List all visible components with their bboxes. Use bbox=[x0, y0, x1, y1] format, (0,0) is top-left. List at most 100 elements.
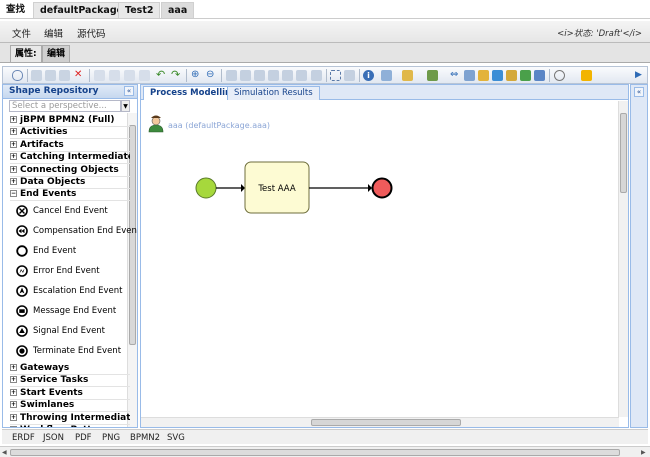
expand-toggle-icon[interactable]: + bbox=[10, 178, 17, 185]
shape-item-message-end-event[interactable]: Message End Event bbox=[16, 304, 128, 318]
shape-item-terminate-end-event[interactable]: Terminate End Event bbox=[16, 344, 128, 358]
menu-file[interactable]: 文件 bbox=[12, 26, 31, 40]
bring-front-icon[interactable] bbox=[139, 70, 150, 81]
align-center-icon[interactable] bbox=[282, 70, 293, 81]
layout-menu-icon[interactable] bbox=[427, 70, 438, 81]
same-size-icon[interactable] bbox=[311, 70, 322, 81]
expand-toggle-icon[interactable]: − bbox=[10, 190, 17, 198]
align-icon[interactable] bbox=[94, 70, 105, 81]
tab-defaultpackage[interactable]: defaultPackage bbox=[33, 2, 131, 18]
scroll-right-icon[interactable]: ▶ bbox=[635, 70, 646, 81]
scroll-left-icon[interactable]: ◀ bbox=[2, 449, 7, 456]
tab-test2[interactable]: Test2 bbox=[118, 2, 161, 18]
tab-aaa[interactable]: aaa bbox=[161, 2, 195, 18]
info-icon[interactable]: i bbox=[363, 70, 374, 81]
select-all-icon[interactable] bbox=[330, 70, 341, 81]
tab-search[interactable]: 查找 bbox=[0, 2, 31, 18]
tab-properties[interactable]: 属性: bbox=[10, 45, 42, 62]
expand-toggle-icon[interactable]: + bbox=[10, 165, 17, 173]
export-bpmn2-button[interactable]: BPMN2 bbox=[130, 433, 160, 443]
align-bottom-icon[interactable] bbox=[254, 70, 265, 81]
canvas-vertical-scrollbar[interactable] bbox=[618, 101, 628, 417]
export-png-button[interactable]: PNG bbox=[102, 433, 120, 443]
shape-group-artifacts[interactable]: + Artifacts bbox=[10, 140, 130, 152]
color-menu-icon[interactable] bbox=[402, 70, 413, 81]
shape-group-catching-intermediate-ev[interactable]: +Catching Intermediate Ev bbox=[10, 152, 130, 165]
align-left-icon[interactable] bbox=[268, 70, 279, 81]
copy-icon[interactable] bbox=[45, 70, 56, 81]
process-icon[interactable] bbox=[520, 70, 531, 81]
export-pdf-button[interactable]: PDF bbox=[75, 433, 92, 443]
align-middle-icon[interactable] bbox=[240, 70, 251, 81]
ungroup-icon[interactable] bbox=[124, 70, 135, 81]
shape-item-error-end-event[interactable]: Error End Event bbox=[16, 264, 128, 278]
cut-icon[interactable] bbox=[31, 70, 42, 81]
export-svg-button[interactable]: SVG bbox=[167, 433, 185, 443]
tab-editor[interactable]: 编辑 bbox=[42, 45, 71, 62]
shape-item-signal-end-event[interactable]: Signal End Event bbox=[16, 324, 128, 338]
menu-source[interactable]: 源代码 bbox=[77, 26, 106, 40]
expand-right-panel-icon[interactable]: « bbox=[634, 87, 644, 97]
shape-group-service-tasks[interactable]: + Service Tasks bbox=[10, 375, 130, 388]
zoom-in-icon[interactable]: ⊕ bbox=[191, 70, 202, 81]
expand-toggle-icon[interactable]: + bbox=[10, 426, 17, 427]
export-erdf-button[interactable]: ERDF bbox=[12, 433, 35, 443]
connect-icon[interactable]: ⇔ bbox=[450, 70, 461, 81]
shape-group-workflow-patterns[interactable]: +Workflow Patterns bbox=[10, 425, 130, 427]
start-event-node[interactable] bbox=[195, 177, 217, 199]
scroll-right-icon[interactable]: ▶ bbox=[641, 449, 646, 456]
collapse-left-panel-icon[interactable]: « bbox=[124, 86, 134, 96]
perspective-select[interactable]: Select a perspective... bbox=[9, 100, 121, 112]
shape-group-activities[interactable]: + Activities bbox=[10, 127, 130, 140]
export-json-button[interactable]: JSON bbox=[43, 433, 64, 443]
export-icon[interactable] bbox=[534, 70, 545, 81]
expand-toggle-icon[interactable]: + bbox=[10, 388, 17, 396]
data-icon[interactable] bbox=[492, 70, 503, 81]
expand-toggle-icon[interactable]: + bbox=[10, 153, 17, 161]
end-event-node[interactable] bbox=[371, 177, 393, 199]
shape-item-end-event[interactable]: End Event bbox=[16, 244, 128, 258]
shape-group-swimlanes[interactable]: + Swimlanes bbox=[10, 400, 130, 413]
menu-edit[interactable]: 编辑 bbox=[44, 26, 63, 40]
sticky-note-icon[interactable] bbox=[581, 70, 592, 81]
import-icon[interactable] bbox=[464, 70, 475, 81]
expand-toggle-icon[interactable]: + bbox=[10, 401, 17, 409]
expand-toggle-icon[interactable]: + bbox=[10, 413, 17, 421]
scrollbar-thumb[interactable] bbox=[620, 113, 627, 193]
clock-icon[interactable] bbox=[554, 70, 565, 81]
shape-group-start-events[interactable]: + Start Events bbox=[10, 388, 130, 400]
expand-toggle-icon[interactable]: + bbox=[10, 376, 17, 384]
delete-icon[interactable]: ✕ bbox=[74, 70, 85, 81]
save-icon[interactable] bbox=[12, 70, 23, 81]
scrollbar-thumb[interactable] bbox=[311, 419, 461, 426]
paste-icon[interactable] bbox=[59, 70, 70, 81]
undo-icon[interactable]: ↶ bbox=[156, 69, 167, 81]
expand-toggle-icon[interactable]: + bbox=[10, 116, 17, 123]
shape-group-throwing-intermediate-e[interactable]: +Throwing Intermediate E bbox=[10, 413, 130, 425]
chevron-down-icon[interactable]: ▼ bbox=[121, 100, 130, 112]
shape-group-end-events[interactable]: − End Events bbox=[10, 189, 130, 202]
shape-item-compensation-end-event[interactable]: Compensation End Event bbox=[16, 224, 137, 238]
canvas-horizontal-scrollbar[interactable] bbox=[141, 417, 619, 427]
process-canvas[interactable]: aaa (defaultPackage.aaa) Test AAA bbox=[141, 101, 619, 417]
scrollbar-thumb[interactable] bbox=[10, 449, 620, 456]
align-right-icon[interactable] bbox=[296, 70, 307, 81]
page-horizontal-scrollbar[interactable]: ◀ ▶ bbox=[0, 446, 650, 457]
group-icon[interactable] bbox=[109, 70, 120, 81]
expand-toggle-icon[interactable]: + bbox=[10, 364, 17, 371]
shape-group-gateways[interactable]: + Gateways bbox=[10, 363, 130, 375]
key-icon[interactable] bbox=[506, 70, 517, 81]
redo-icon[interactable]: ↷ bbox=[171, 69, 182, 81]
shape-item-cancel-end-event[interactable]: Cancel End Event bbox=[16, 204, 128, 218]
lock-icon[interactable] bbox=[478, 70, 489, 81]
align-top-icon[interactable] bbox=[226, 70, 237, 81]
expand-toggle-icon[interactable]: + bbox=[10, 128, 17, 136]
shape-item-escalation-end-event[interactable]: Escalation End Event bbox=[16, 284, 128, 298]
shape-group-connecting-objects[interactable]: + Connecting Objects bbox=[10, 165, 130, 177]
view-menu-icon[interactable] bbox=[381, 70, 392, 81]
shape-group-jbpm-bpmn2-full[interactable]: + jBPM BPMN2 (Full) bbox=[10, 115, 130, 127]
shape-group-data-objects[interactable]: + Data Objects bbox=[10, 177, 130, 189]
deselect-icon[interactable] bbox=[344, 70, 355, 81]
tab-simulation-results[interactable]: Simulation Results bbox=[227, 86, 320, 100]
expand-toggle-icon[interactable]: + bbox=[10, 140, 17, 148]
